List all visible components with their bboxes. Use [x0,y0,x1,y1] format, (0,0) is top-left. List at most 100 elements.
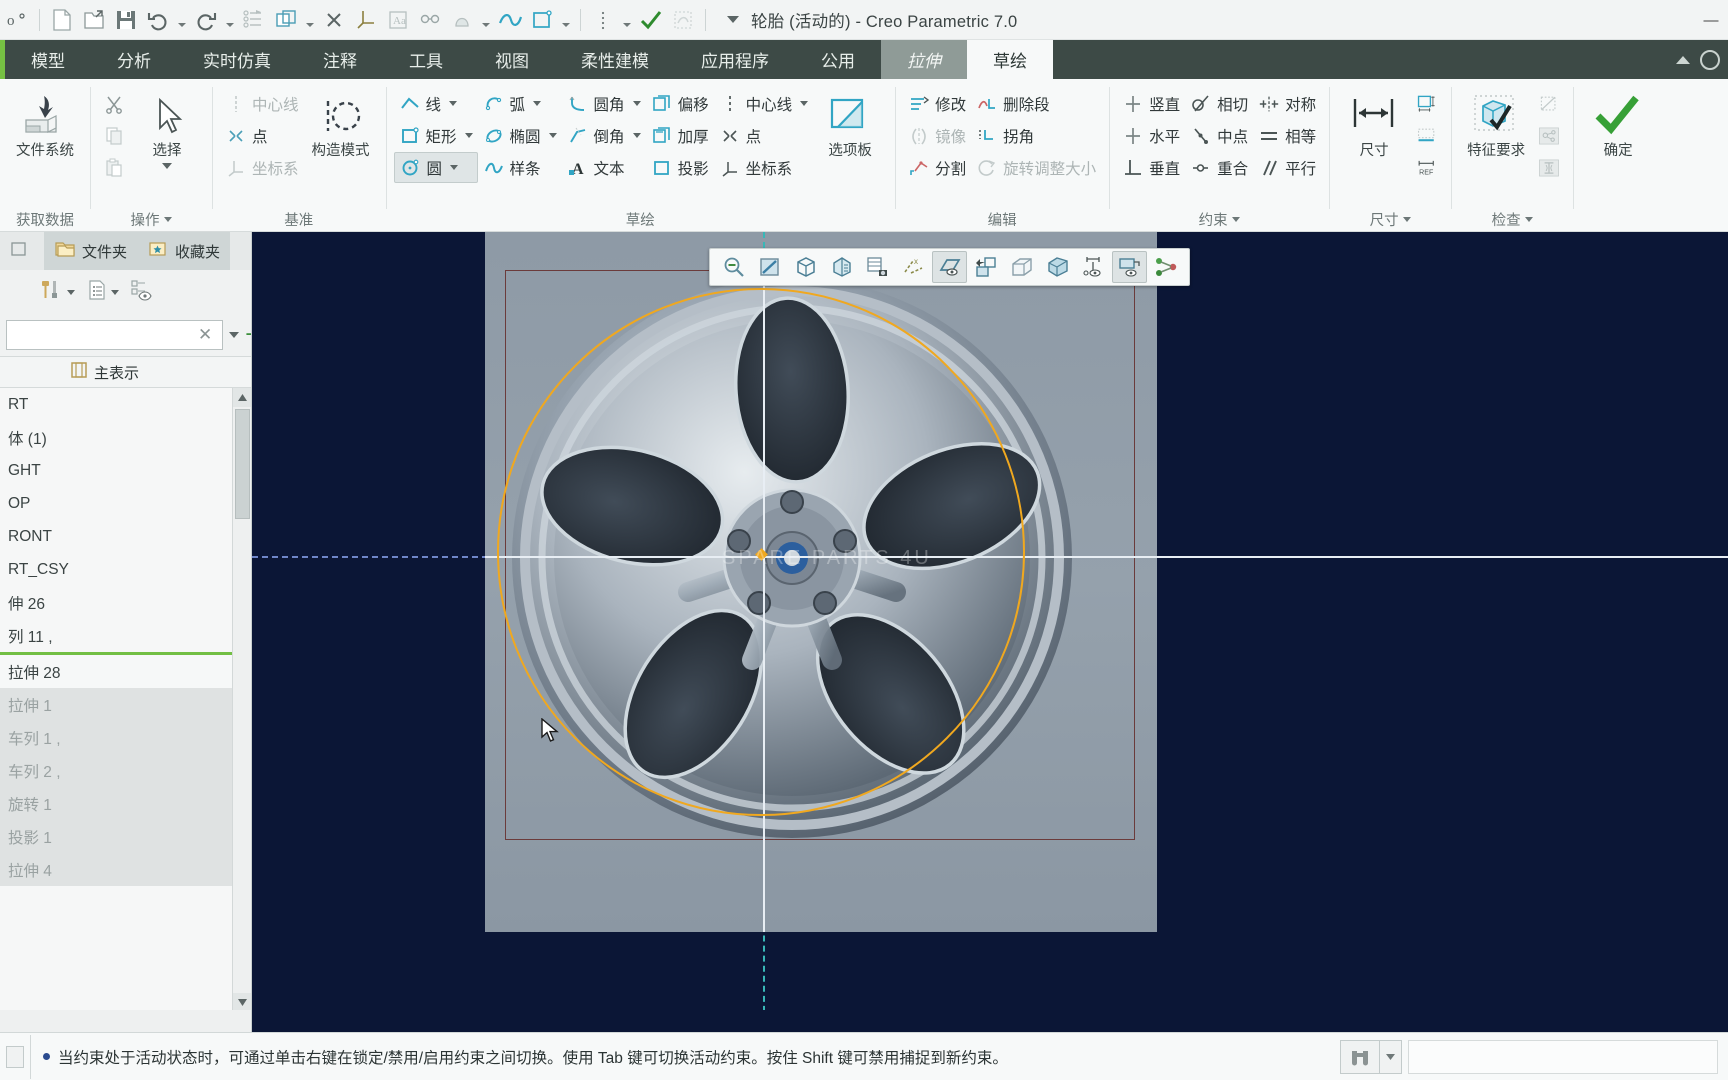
display-style-icon[interactable] [824,251,859,283]
minimize-button[interactable]: — [1694,0,1728,40]
tree-item-revolve-1[interactable]: 旋转 1 [0,787,232,820]
search-box[interactable]: ✕ [6,320,224,350]
datum-centerline-button[interactable]: 中心线 [220,88,304,119]
qat-overflow-caret[interactable] [620,4,634,36]
chamfer-button[interactable]: 倒角 [562,120,646,151]
project-button[interactable]: 投影 [646,152,714,183]
graphics-window[interactable]: SPARE PARTS 4U x [252,232,1728,1032]
palette-button[interactable]: 选项板 [813,84,887,160]
list-display-button[interactable] [82,275,122,310]
midpoint-constraint-button[interactable]: 中点 [1185,120,1253,151]
coincident-constraint-button[interactable]: 重合 [1185,152,1253,183]
model-tree-scrollbar[interactable] [232,388,251,1012]
tab-flexible-modeling[interactable]: 柔性建模 [555,40,675,79]
creo-logo-icon[interactable]: o [2,4,32,36]
window-dropdown-caret[interactable] [303,4,317,36]
spline-button[interactable]: 样条 [478,152,562,183]
symmetric-constraint-button[interactable]: 对称 [1253,88,1321,119]
datum-plane-icon[interactable] [415,4,445,36]
redo-dropdown-caret[interactable] [223,4,237,36]
settings-dropdown-caret[interactable] [67,289,75,295]
divide-button[interactable]: 分割 [903,152,971,183]
tree-item-pattern-11[interactable]: 列 11 , [0,619,232,652]
datum-point-button[interactable]: 点 [220,120,304,151]
tree-item-extrude-26[interactable]: 伸 26 [0,586,232,619]
chamfer-dropdown-caret[interactable] [632,133,641,138]
offset-button[interactable]: 偏移 [646,88,714,119]
equal-constraint-button[interactable]: 相等 [1253,120,1321,151]
rotate-resize-button[interactable]: 旋转调整大小 [971,152,1101,183]
sketch-orientation-icon[interactable] [968,251,1003,283]
parallel-constraint-button[interactable]: 平行 [1253,152,1321,183]
collapse-ribbon-caret[interactable] [1676,55,1690,64]
group-label-operations[interactable]: 操作 [90,207,212,231]
tree-item-body[interactable]: 体 (1) [0,421,232,454]
tab-annotate[interactable]: 注释 [297,40,383,79]
perspective-view-icon[interactable] [1040,251,1075,283]
tree-item-pattern-1[interactable]: 车列 1 , [0,721,232,754]
group-label-constrain[interactable]: 约束 [1109,207,1329,231]
text-button[interactable]: A 文本 [562,152,646,183]
add-filter-icon[interactable]: + [245,323,251,347]
clear-search-icon[interactable]: ✕ [194,325,216,345]
select-dropdown-caret[interactable] [162,162,172,169]
tree-filter-button[interactable] [126,275,158,310]
thicken-button[interactable]: 加厚 [646,120,714,151]
paste-button[interactable] [98,152,130,183]
sketch-dropdown-caret[interactable] [559,4,573,36]
folder-tab[interactable]: 文件夹 [44,232,138,270]
scroll-up-arrow[interactable] [232,388,251,407]
section-view-icon[interactable] [1004,251,1039,283]
navigator-tab[interactable] [0,232,44,270]
line-button[interactable]: 线 [394,88,478,119]
feature-requirements-button[interactable]: 特征要求 [1459,84,1533,160]
tab-view[interactable]: 视图 [469,40,555,79]
rectangle-dropdown-caret[interactable] [464,133,473,138]
tree-item-project-1[interactable]: 投影 1 [0,820,232,853]
arc-button[interactable]: 弧 [478,88,562,119]
tab-model[interactable]: 模型 [5,40,91,79]
dimension-button[interactable]: 尺寸 [1337,84,1411,160]
window-switch-icon[interactable] [271,4,301,36]
circle-button[interactable]: 圆 [393,152,478,183]
corner-button[interactable]: 拐角 [971,120,1101,151]
tree-item-pattern-2[interactable]: 车列 2 , [0,754,232,787]
copy-button[interactable] [98,120,130,151]
layer-display-icon[interactable] [1112,251,1147,283]
tree-item-extrude-1[interactable]: 拉伸 1 [0,688,232,721]
sketch-centerline-dropdown-caret[interactable] [800,101,809,106]
delete-segment-button[interactable]: 删除段 [971,88,1101,119]
tree-item-extrude-4[interactable]: 拉伸 4 [0,853,232,886]
close-x-icon[interactable] [319,4,349,36]
more-commands-icon[interactable] [588,4,618,36]
modify-button[interactable]: 修改 [903,88,971,119]
zoom-in-box-icon[interactable] [752,251,787,283]
highlight-open-ends-button[interactable] [1533,120,1565,151]
overlap-geometry-button[interactable] [1533,88,1565,119]
tree-item-front[interactable]: RONT [0,520,232,553]
tab-common[interactable]: 公用 [795,40,881,79]
reference-dimension-button[interactable]: REF [1411,152,1443,183]
new-file-icon[interactable] [47,4,77,36]
tab-tools[interactable]: 工具 [383,40,469,79]
fillet-dropdown-caret[interactable] [632,101,641,106]
baseline-dimension-button[interactable] [1411,120,1443,151]
tree-item-extrude-28[interactable]: 拉伸 28 [0,655,232,688]
search-dropdown-caret[interactable] [1379,1040,1401,1073]
annotation-icon[interactable]: Aa [383,4,413,36]
ellipse-dropdown-caret[interactable] [548,133,557,138]
saved-views-icon[interactable] [860,251,895,283]
construction-mode-button[interactable]: 构造模式 [304,84,378,160]
sketch-dim-icon[interactable] [668,4,698,36]
sketch-display-icon[interactable] [932,251,967,283]
csys-icon[interactable] [351,4,381,36]
zoom-out-icon[interactable] [716,251,751,283]
tangent-constraint-button[interactable]: 相切 [1185,88,1253,119]
sketch-point-button[interactable]: 点 [714,120,814,151]
settings-tools-button[interactable] [36,275,78,310]
search-binoculars-button[interactable] [1340,1039,1402,1074]
ok-button[interactable]: 确定 [1581,84,1655,160]
spline-icon[interactable] [495,4,525,36]
shape-dropdown-caret[interactable] [479,4,493,36]
mirror-button[interactable]: 镜像 [903,120,971,151]
